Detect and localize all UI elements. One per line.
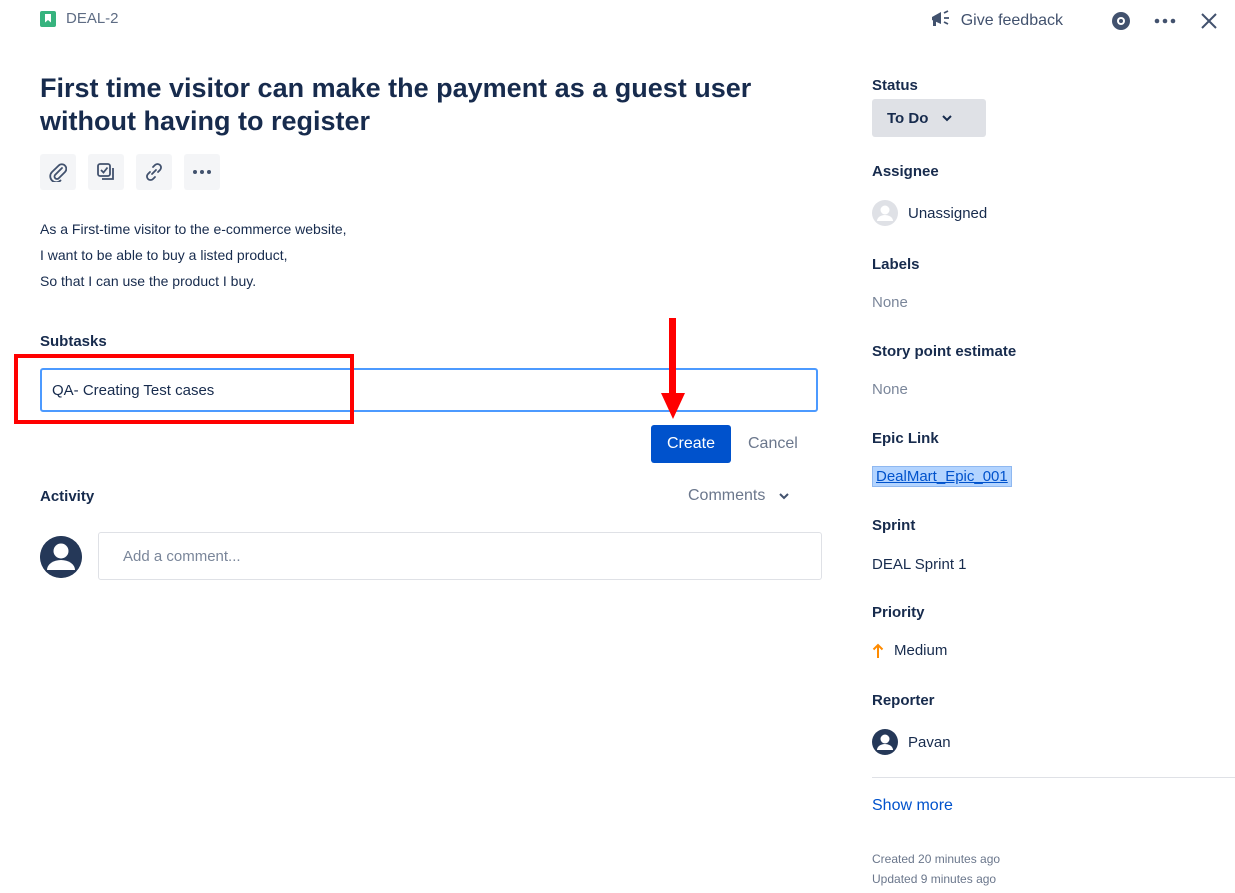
more-icon[interactable] bbox=[1153, 9, 1177, 33]
issue-toolbar bbox=[40, 154, 220, 190]
issue-title-line-1: First time visitor can make the payment … bbox=[40, 73, 752, 103]
story-icon bbox=[40, 10, 56, 27]
created-timestamp: Created 20 minutes ago bbox=[872, 852, 1001, 866]
epic-link-value[interactable]: DealMart_Epic_001 bbox=[872, 466, 1012, 487]
assignee-label: Assignee bbox=[872, 163, 939, 180]
description-line: As a First-time visitor to the e-commerc… bbox=[40, 221, 347, 237]
user-icon bbox=[40, 536, 82, 578]
annotation-arrow-shaft bbox=[669, 318, 676, 396]
description-line: So that I can use the product I buy. bbox=[40, 273, 257, 289]
updated-timestamp: Updated 9 minutes ago bbox=[872, 872, 997, 886]
status-label: Status bbox=[872, 77, 918, 94]
chevron-down-icon bbox=[779, 492, 790, 499]
checklist-icon bbox=[97, 163, 114, 180]
status-value: To Do bbox=[887, 109, 929, 127]
story-points-label: Story point estimate bbox=[872, 343, 1017, 360]
current-user-avatar bbox=[40, 536, 82, 578]
status-dropdown[interactable]: To Do bbox=[872, 99, 986, 137]
attachment-icon bbox=[49, 163, 67, 182]
chevron-down-icon bbox=[942, 114, 953, 121]
description-line: I want to be able to buy a listed produc… bbox=[40, 247, 288, 263]
priority-field[interactable]: Medium bbox=[872, 642, 947, 659]
attach-button[interactable] bbox=[40, 154, 76, 190]
add-subtask-button[interactable] bbox=[88, 154, 124, 190]
reporter-value: Pavan bbox=[908, 733, 951, 751]
megaphone-icon bbox=[929, 9, 951, 34]
annotation-arrow-head bbox=[661, 393, 685, 419]
give-feedback-button[interactable]: Give feedback bbox=[929, 9, 1063, 34]
assignee-value: Unassigned bbox=[908, 204, 988, 222]
issue-key-breadcrumb[interactable]: DEAL-2 bbox=[40, 10, 119, 27]
cancel-subtask-button[interactable]: Cancel bbox=[748, 425, 798, 463]
labels-value[interactable]: None bbox=[872, 294, 908, 311]
issue-title[interactable]: First time visitor can make the payment … bbox=[40, 72, 810, 138]
activity-filter-label: Comments bbox=[688, 487, 766, 504]
issue-key[interactable]: DEAL-2 bbox=[66, 10, 119, 27]
eye-icon[interactable] bbox=[1109, 9, 1133, 33]
assignee-field[interactable]: Unassigned bbox=[872, 200, 987, 226]
arrow-up-icon bbox=[872, 643, 884, 658]
subtasks-heading: Subtasks bbox=[40, 333, 107, 350]
epic-link-label: Epic Link bbox=[872, 430, 939, 447]
sprint-value[interactable]: DEAL Sprint 1 bbox=[872, 556, 967, 573]
story-points-value[interactable]: None bbox=[872, 381, 908, 398]
reporter-label: Reporter bbox=[872, 692, 935, 709]
priority-value: Medium bbox=[894, 642, 948, 659]
close-icon[interactable] bbox=[1197, 9, 1221, 33]
subtask-input[interactable] bbox=[40, 368, 818, 412]
priority-label: Priority bbox=[872, 604, 925, 621]
user-avatar-icon bbox=[872, 729, 898, 755]
link-icon bbox=[146, 163, 162, 181]
issue-description[interactable]: As a First-time visitor to the e-commerc… bbox=[40, 216, 347, 294]
activity-heading: Activity bbox=[40, 488, 95, 505]
labels-label: Labels bbox=[872, 256, 920, 273]
comment-placeholder: Add a comment... bbox=[123, 547, 241, 565]
reporter-field[interactable]: Pavan bbox=[872, 729, 951, 755]
issue-title-line-2: without having to register bbox=[40, 106, 371, 136]
unassigned-avatar-icon bbox=[872, 200, 898, 226]
link-issue-button[interactable] bbox=[136, 154, 172, 190]
give-feedback-label: Give feedback bbox=[960, 12, 1063, 29]
header-actions: Give feedback bbox=[929, 6, 1221, 36]
add-comment-input[interactable]: Add a comment... bbox=[98, 532, 822, 580]
activity-filter-dropdown[interactable]: Comments bbox=[688, 487, 790, 505]
create-subtask-button[interactable]: Create bbox=[651, 425, 731, 463]
show-more-link[interactable]: Show more bbox=[872, 797, 953, 815]
divider bbox=[872, 777, 1235, 778]
sprint-label: Sprint bbox=[872, 517, 916, 534]
more-icon bbox=[193, 170, 211, 174]
more-actions-button[interactable] bbox=[184, 154, 220, 190]
